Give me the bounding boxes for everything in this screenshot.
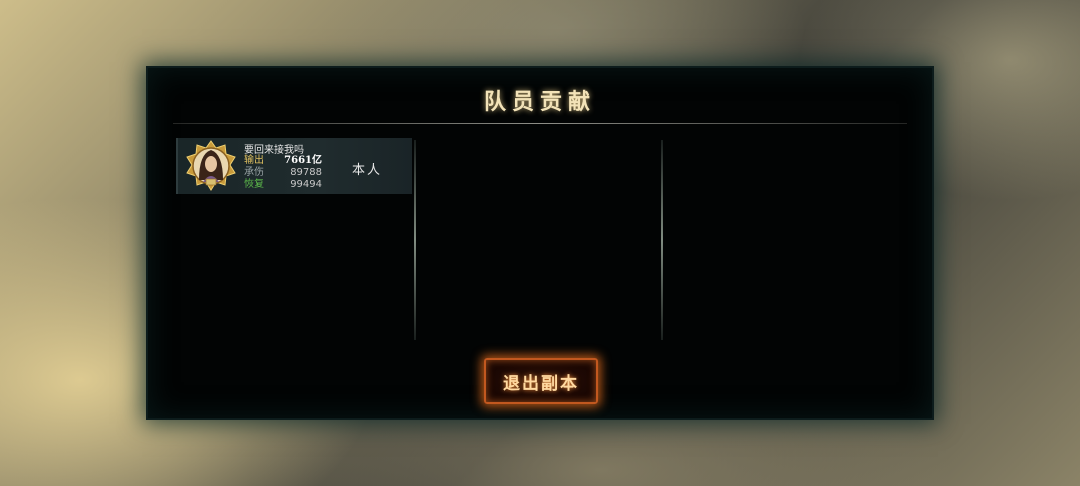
stat-output-value: 7661亿 (284, 155, 322, 166)
stat-damage-taken: 承伤 89788 (244, 167, 322, 179)
stat-healing-label: 恢复 (244, 179, 264, 190)
column-divider-2 (661, 140, 663, 340)
self-tag: 本人 (352, 163, 383, 178)
stat-output: 输出 7661亿 (244, 155, 322, 167)
contribution-panel: 队员贡献 要回来接我吗 输出 7661亿 承伤 89788 恢复 99494 本人 退… (148, 68, 932, 418)
member-card[interactable]: 要回来接我吗 输出 7661亿 承伤 89788 恢复 99494 本人 (176, 138, 412, 194)
stat-damage-taken-label: 承伤 (244, 167, 264, 178)
exit-instance-button[interactable]: 退出副本 (484, 358, 598, 404)
title-divider (173, 123, 907, 124)
panel-title: 队员贡献 (483, 89, 596, 115)
hero-portrait-icon (185, 140, 237, 192)
stat-damage-taken-value: 89788 (290, 167, 322, 178)
member-name: 要回来接我吗 (244, 145, 304, 156)
stat-output-label: 输出 (244, 155, 264, 166)
stat-healing: 恢复 99494 (244, 179, 322, 191)
column-divider-1 (414, 140, 416, 340)
stat-healing-value: 99494 (290, 179, 322, 190)
